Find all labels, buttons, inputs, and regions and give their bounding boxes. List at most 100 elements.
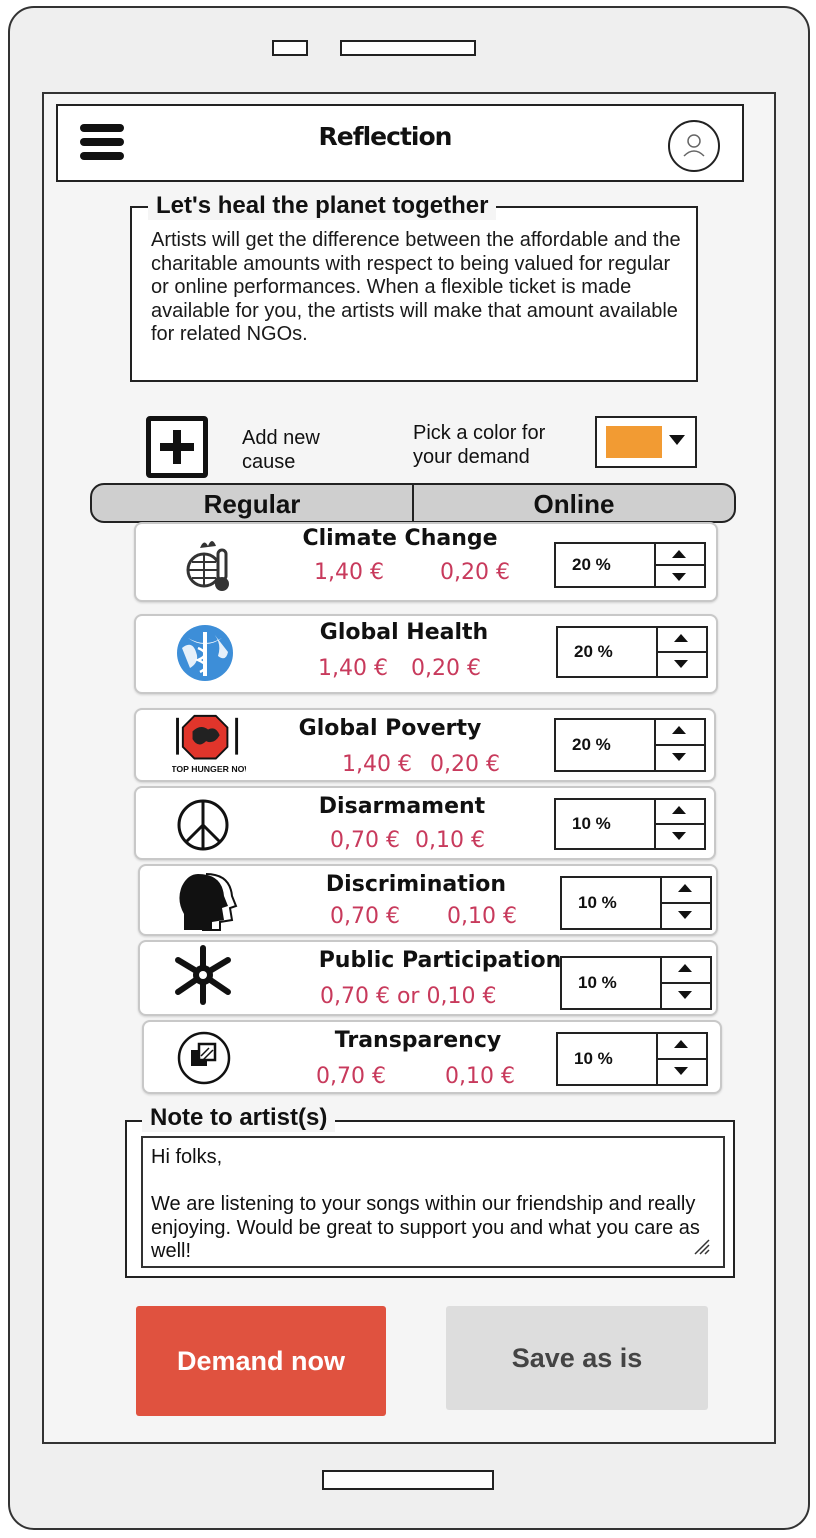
- stop-hunger-now-icon: STOP HUNGER NOW: [172, 714, 246, 774]
- online-price: 0,20 €: [411, 656, 481, 681]
- increment-button[interactable]: [656, 800, 704, 823]
- globe-caduceus-icon: [177, 625, 233, 681]
- decrement-button[interactable]: [658, 651, 706, 676]
- transparency-icon: [177, 1031, 231, 1085]
- cause-name: Global Health: [319, 620, 489, 645]
- decrement-button[interactable]: [658, 1058, 706, 1084]
- cause-row-global-poverty[interactable]: STOP HUNGER NOW Global Poverty 1,40 € 0,…: [134, 708, 716, 782]
- percent-value: 20 %: [556, 544, 656, 586]
- regular-price: 0,70 €: [330, 904, 400, 929]
- percent-stepper[interactable]: 10 %: [556, 1032, 708, 1086]
- heads-icon: [179, 873, 238, 931]
- tab-online[interactable]: Online: [412, 485, 734, 521]
- regular-price: 1,40 €: [314, 560, 384, 585]
- percent-value: 10 %: [562, 878, 662, 928]
- percent-stepper[interactable]: 10 %: [560, 876, 712, 930]
- note-textarea[interactable]: Hi folks, We are listening to your songs…: [141, 1136, 725, 1268]
- cause-row-discrimination[interactable]: Discrimination 0,70 € 0,10 € 10 %: [138, 864, 718, 936]
- chevron-up-icon: [678, 964, 692, 972]
- chevron-down-icon: [678, 991, 692, 999]
- hamburger-menu-icon[interactable]: [80, 124, 124, 162]
- chevron-up-icon: [672, 550, 686, 558]
- price-line: 0,70 € or 0,10 €: [320, 984, 497, 1009]
- regular-price: 0,70 €: [316, 1064, 386, 1089]
- percent-value: 10 %: [556, 800, 656, 848]
- intro-text: Artists will get the difference between …: [151, 229, 681, 345]
- cause-row-public-participation[interactable]: Public Participation 0,70 € or 0,10 € 10…: [138, 940, 718, 1016]
- chevron-up-icon: [674, 1040, 688, 1048]
- climate-thermometer-icon: [186, 541, 229, 591]
- phone-speaker: [340, 40, 476, 56]
- decrement-button[interactable]: [656, 823, 704, 848]
- cause-name: Discrimination: [325, 872, 507, 897]
- online-price: 0,10 €: [415, 828, 485, 853]
- page-title: Reflection: [318, 122, 453, 151]
- phone-camera: [272, 40, 308, 56]
- plus-icon: [160, 430, 194, 464]
- tab-regular[interactable]: Regular: [92, 485, 412, 521]
- cause-name: Public Participation: [318, 948, 562, 973]
- cause-name: Disarmament: [318, 794, 486, 819]
- percent-stepper[interactable]: 20 %: [554, 542, 706, 588]
- percent-value: 10 %: [562, 958, 662, 1008]
- online-price: 0,10 €: [445, 1064, 515, 1089]
- increment-button[interactable]: [662, 878, 710, 902]
- chevron-down-icon: [672, 573, 686, 581]
- chevron-up-icon: [674, 634, 688, 642]
- save-as-is-button[interactable]: Save as is: [446, 1306, 708, 1410]
- online-price: 0,10 €: [447, 904, 517, 929]
- resize-handle-icon[interactable]: [693, 1238, 711, 1256]
- percent-stepper[interactable]: 20 %: [556, 626, 708, 678]
- decrement-button[interactable]: [656, 744, 704, 770]
- cause-name: Global Poverty: [298, 716, 482, 741]
- phone-home-button[interactable]: [322, 1470, 494, 1490]
- chevron-down-icon: [678, 911, 692, 919]
- color-picker-label: Pick a color for your demand: [413, 422, 546, 468]
- color-swatch: [606, 426, 662, 458]
- cause-row-disarmament[interactable]: Disarmament 0,70 € 0,10 € 10 %: [134, 786, 716, 860]
- decrement-button[interactable]: [662, 902, 710, 928]
- chevron-down-icon: [672, 832, 686, 840]
- demand-now-button[interactable]: Demand now: [136, 1306, 386, 1416]
- chevron-up-icon: [672, 726, 686, 734]
- increment-button[interactable]: [658, 1034, 706, 1058]
- cause-row-transparency[interactable]: Transparency 0,70 € 0,10 € 10 %: [142, 1020, 722, 1094]
- percent-value: 20 %: [558, 628, 658, 676]
- chevron-down-icon: [672, 753, 686, 761]
- online-price: 0,20 €: [430, 752, 500, 777]
- decrement-button[interactable]: [656, 564, 704, 586]
- percent-stepper[interactable]: 10 %: [554, 798, 706, 850]
- cause-row-global-health[interactable]: Global Health 1,40 € 0,20 € 20 %: [134, 614, 718, 694]
- percent-value: 20 %: [556, 720, 656, 770]
- cause-row-climate-change[interactable]: Climate Change 1,40 € 0,20 € 20 %: [134, 522, 718, 602]
- percent-stepper[interactable]: 20 %: [554, 718, 706, 772]
- hands-icon: [175, 945, 231, 1005]
- increment-button[interactable]: [656, 544, 704, 564]
- cause-name: Transparency: [334, 1028, 502, 1053]
- user-icon: [683, 134, 705, 157]
- increment-button[interactable]: [658, 628, 706, 651]
- note-title: Note to artist(s): [142, 1104, 336, 1132]
- chevron-down-icon: [674, 660, 688, 668]
- color-picker-dropdown[interactable]: [595, 416, 697, 468]
- svg-text:STOP HUNGER NOW: STOP HUNGER NOW: [172, 764, 246, 774]
- chevron-down-icon: [674, 1067, 688, 1075]
- mode-tabs: Regular Online: [90, 483, 736, 523]
- decrement-button[interactable]: [662, 982, 710, 1008]
- percent-value: 10 %: [558, 1034, 658, 1084]
- increment-button[interactable]: [656, 720, 704, 744]
- intro-title: Let's heal the planet together: [148, 192, 497, 220]
- percent-stepper[interactable]: 10 %: [560, 956, 712, 1010]
- profile-avatar-icon[interactable]: [668, 120, 720, 172]
- regular-price: 1,40 €: [318, 656, 388, 681]
- cause-name: Climate Change: [302, 526, 498, 551]
- regular-price: 1,40 €: [342, 752, 412, 777]
- add-cause-label: Add new cause: [242, 427, 320, 473]
- chevron-up-icon: [678, 884, 692, 892]
- increment-button[interactable]: [662, 958, 710, 982]
- chevron-up-icon: [672, 806, 686, 814]
- chevron-down-icon: [669, 435, 685, 445]
- add-cause-button[interactable]: [146, 416, 208, 478]
- regular-price: 0,70 €: [330, 828, 400, 853]
- online-price: 0,20 €: [440, 560, 510, 585]
